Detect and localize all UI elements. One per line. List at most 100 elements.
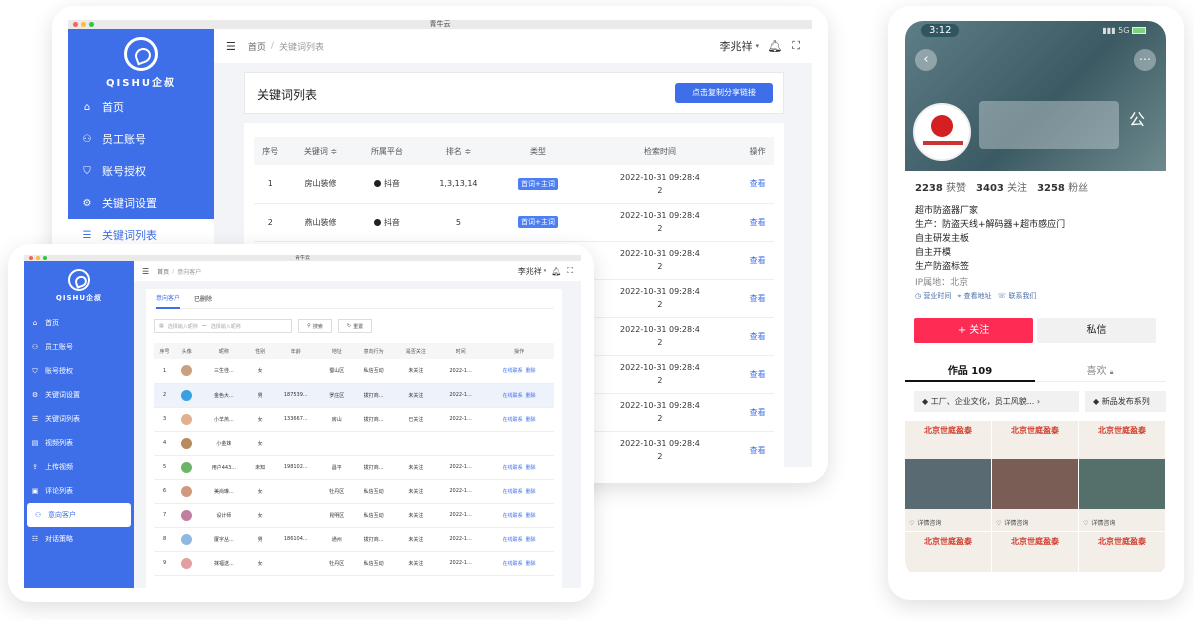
sidebar-item[interactable]: ▣ 评论列表 [24,479,134,503]
bell-icon[interactable]: 🔔︎ [551,267,561,276]
back-icon[interactable]: ‹ [915,49,937,71]
sidebar-item[interactable]: ☷ 对话策略 [24,527,134,551]
stat-following[interactable]: 3403 关注 [976,179,1027,194]
tab-deleted[interactable]: 已删除 [194,294,212,303]
video-thumbnail[interactable]: 北京世庭盈泰 ♡ 详情咨询 [905,421,991,531]
sidebar-item-label: 账号授权 [102,165,146,178]
cell-text: 2 [267,217,273,227]
breadcrumb-home[interactable]: 首页 [157,267,169,276]
user-name[interactable]: 李兆祥 [518,266,542,277]
sidebar-item-label: 评论列表 [45,487,73,495]
delete-link[interactable]: 删除 [526,393,536,399]
contact-link[interactable]: 在线联系 [503,393,523,399]
delete-link[interactable]: 删除 [526,368,536,374]
start-input[interactable]: 选择输入昵称 [168,323,198,330]
sidebar-item[interactable]: ▤ 视频列表 [24,431,134,455]
view-link[interactable]: 查看 [750,408,766,417]
sidebar-item[interactable]: ☰ 关键词列表 [24,407,134,431]
contact-link[interactable]: 在线联系 [503,561,523,567]
message-button[interactable]: 私信 [1037,318,1156,343]
cell-rank: 1,3,13,14 [420,165,498,203]
share-link-button[interactable]: 点击复制分享链接 [675,83,773,103]
cell-time: 2022-1... [437,407,484,431]
search-button[interactable]: ⚲ 搜索 [298,319,332,333]
sidebar-item[interactable]: ⚇ 员工账号 [24,335,134,359]
video-thumbnail[interactable]: 北京世庭盈泰 ♡ 详情咨询 [1079,421,1165,531]
video-thumbnail[interactable]: 北京世庭盈泰 [905,532,991,572]
cell-age [271,359,321,383]
menu-toggle-icon[interactable]: ☰ [142,267,149,276]
view-link[interactable]: 查看 [750,370,766,379]
contact-link[interactable]: 在线联系 [503,537,523,543]
column-header[interactable]: 所属平台 [354,137,419,165]
tab-works[interactable]: 作品 109 [905,362,1035,377]
fullscreen-icon[interactable]: ⛶ [792,39,800,53]
sidebar-item[interactable]: ⚇ 意向客户 [27,503,131,527]
bell-icon[interactable]: 🔔︎ [767,39,782,53]
user-name[interactable]: 李兆祥 [720,38,753,54]
collection-chip[interactable]: ◆ 新品发布系列 [1085,391,1166,412]
sidebar-item[interactable]: ⛉ 账号授权 [24,359,134,383]
view-link[interactable]: 查看 [750,179,766,188]
more-icon[interactable]: ⋯ [1134,49,1156,71]
view-link[interactable]: 查看 [750,294,766,303]
contact-link[interactable]: 在线联系 [503,417,523,423]
stat-fans[interactable]: 3258 粉丝 [1037,179,1088,194]
column-header[interactable]: 排名 ≑ [420,137,498,165]
column-header[interactable]: 检索时间 [579,137,742,165]
sidebar-item-label: 员工账号 [45,343,73,351]
table-row: 5 用户443... 未知 198102... 昌平 拨打商... 未关注 2022-1...… [154,455,554,479]
cell-text: 133667... [283,416,308,422]
view-link[interactable]: 查看 [750,218,766,227]
contact-link[interactable]: 在线联系 [503,368,523,374]
cell-time: 2022-1... [437,479,484,503]
cell-no: 1 [154,359,175,383]
tab-likes[interactable]: 喜欢 🔒︎ [1035,362,1165,377]
delete-link[interactable]: 删除 [526,561,536,567]
menu-toggle-icon[interactable]: ☰ [226,40,236,53]
delete-link[interactable]: 删除 [526,537,536,543]
cell-text: 198102... [283,464,308,470]
column-header[interactable]: 类型 [497,137,578,165]
column-header[interactable]: 序号 [254,137,287,165]
delete-link[interactable]: 删除 [526,417,536,423]
business-hours-chip[interactable]: ◷ 营业时间 [915,291,951,301]
cell-text: 拨打商... [363,416,384,423]
contact-link[interactable]: 在线联系 [503,489,523,495]
sidebar-item[interactable]: ⌂ 首页 [24,311,134,335]
sidebar-item[interactable]: ⛉ 账号授权 [68,155,214,187]
column-header[interactable]: 操作 [741,137,774,165]
follow-button[interactable]: + 关注 [914,318,1033,343]
tab-intent[interactable]: 意向客户 [156,288,181,309]
chevron-down-icon[interactable]: ▾ [756,42,760,50]
video-thumbnail[interactable]: 北京世庭盈泰 [992,532,1078,572]
reset-button[interactable]: ↻ 重置 [338,319,372,333]
delete-link[interactable]: 删除 [526,489,536,495]
sidebar-item[interactable]: ⇪ 上传视频 [24,455,134,479]
end-input[interactable]: 选择输入昵称 [211,323,241,330]
cell-text: 1 [267,179,273,189]
contact-link[interactable]: 在线联系 [503,513,523,519]
contact-chip[interactable]: ☏ 联系我们 [998,291,1037,301]
delete-link[interactable]: 删除 [526,465,536,471]
sidebar-item[interactable]: ⚙ 关键词设置 [68,187,214,219]
sidebar-item[interactable]: ⌂ 首页 [68,91,214,123]
view-link[interactable]: 查看 [750,256,766,265]
date-range-input[interactable]: ▦ 选择输入昵称 — 选择输入昵称 [154,319,292,333]
collection-chip[interactable]: ◆ 工厂、企业文化，员工风貌... › [914,391,1079,412]
contact-link[interactable]: 在线联系 [503,465,523,471]
view-link[interactable]: 查看 [750,446,766,455]
avatar[interactable] [913,103,971,161]
view-link[interactable]: 查看 [750,332,766,341]
video-thumbnail[interactable]: 北京世庭盈泰 ♡ 详情咨询 [992,421,1078,531]
breadcrumb-home[interactable]: 首页 [248,40,266,53]
chevron-down-icon[interactable]: ▾ [544,268,547,274]
fullscreen-icon[interactable]: ⛶ [567,266,573,276]
column-header[interactable]: 关键词 ≑ [287,137,355,165]
delete-link[interactable]: 删除 [526,513,536,519]
cell-text: 男 [257,392,263,399]
address-chip[interactable]: ⌖ 查看地址 [957,291,991,301]
video-thumbnail[interactable]: 北京世庭盈泰 [1079,532,1165,572]
sidebar-item[interactable]: ⚇ 员工账号 [68,123,214,155]
sidebar-item[interactable]: ⚙ 关键词设置 [24,383,134,407]
